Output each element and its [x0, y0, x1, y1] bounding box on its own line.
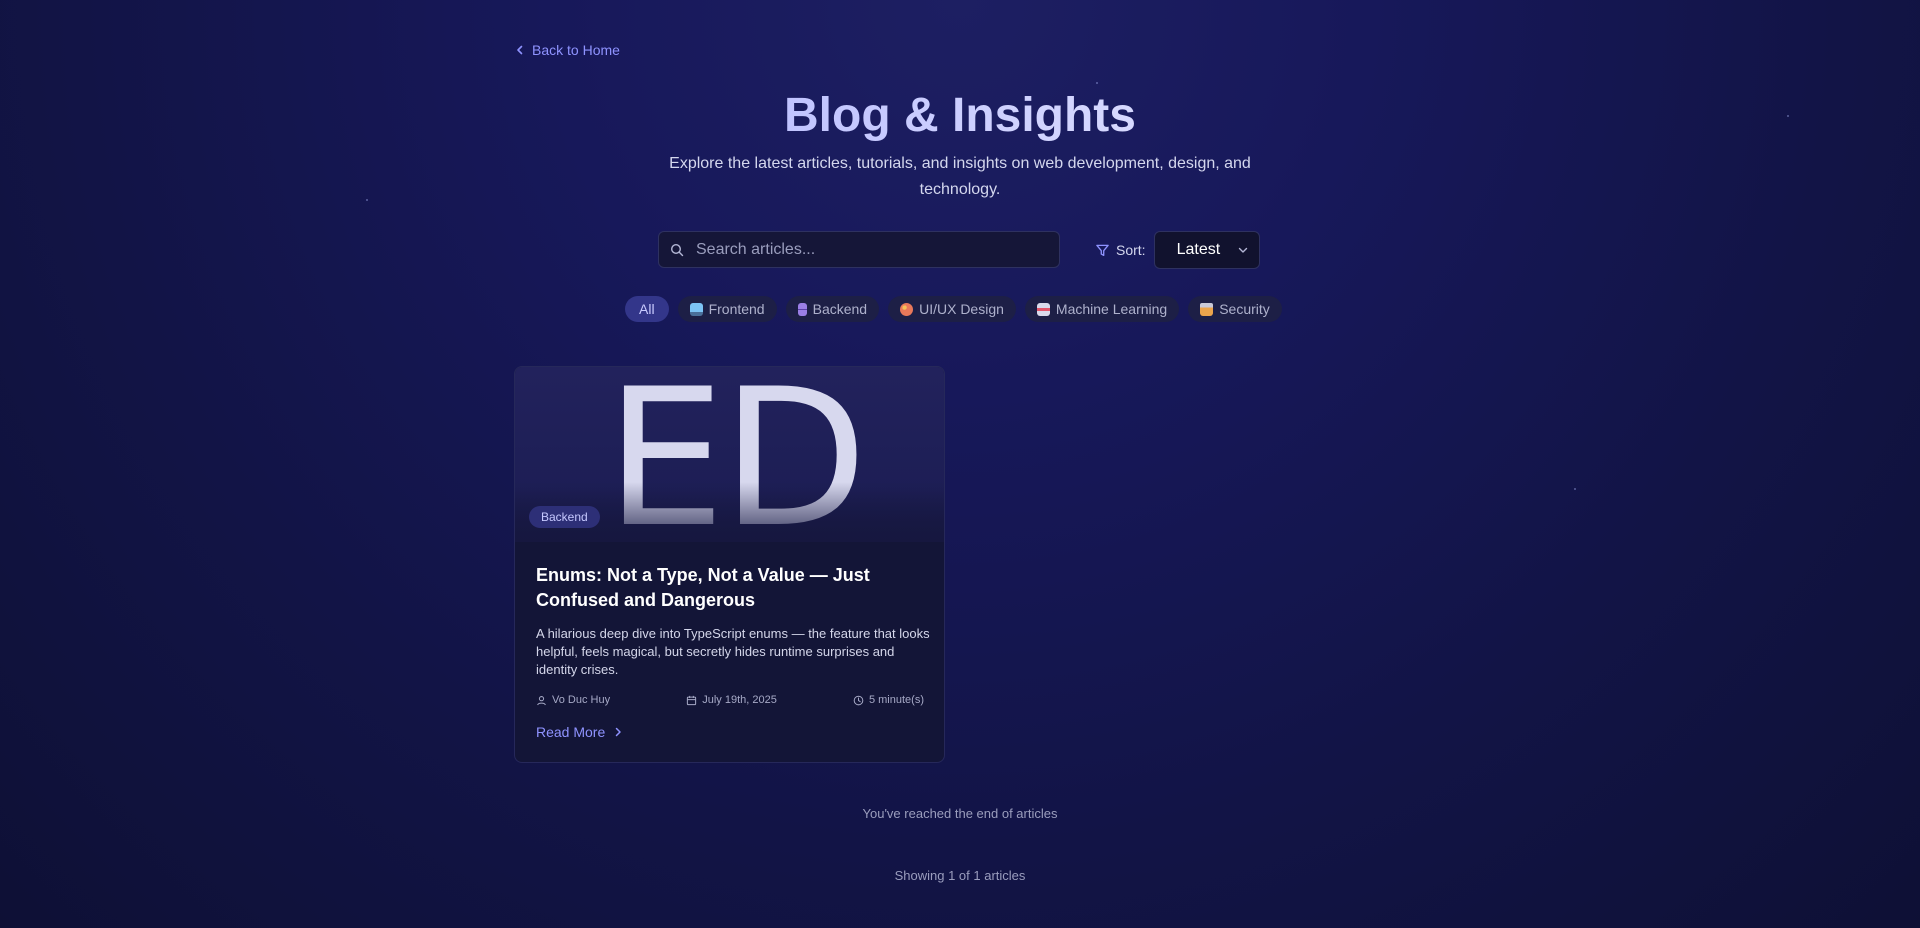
category-filters: All Frontend Backend UI/UX Design Machin… — [625, 296, 1282, 322]
clock-icon — [853, 695, 864, 705]
chevron-right-icon — [616, 727, 622, 737]
monitor-icon — [689, 302, 703, 316]
search-input[interactable] — [684, 239, 1059, 260]
article-category-badge: Backend — [529, 506, 600, 528]
page-title: Blog & Insights — [514, 86, 1406, 146]
filter-icon — [1096, 244, 1109, 256]
category-chip-label: Machine Learning — [1055, 301, 1168, 317]
category-chip-backend[interactable]: Backend — [785, 296, 880, 322]
article-date-text: July 19th, 2025 — [702, 694, 777, 706]
category-chip-frontend[interactable]: Frontend — [677, 296, 777, 322]
category-chip-all[interactable]: All — [625, 296, 669, 322]
article-count: Showing 1 of 1 articles — [894, 868, 1026, 883]
chevron-left-icon — [517, 45, 523, 55]
read-more-label: Read More — [536, 724, 606, 740]
sort-select[interactable]: Latest — [1153, 231, 1260, 269]
chevron-down-icon — [1237, 244, 1249, 256]
article-meta: Vo Duc Huy July 19th, 2025 5 minute(s) — [536, 694, 924, 706]
read-more-link[interactable]: Read More — [536, 724, 623, 740]
palette-icon — [900, 302, 914, 316]
sort-label: Sort: — [1095, 242, 1146, 258]
lock-icon — [1200, 302, 1214, 316]
sort-selected-value: Latest — [1176, 241, 1221, 258]
end-of-list-message: You've reached the end of articles — [862, 806, 1058, 821]
sort-label-text: Sort: — [1116, 242, 1146, 258]
article-read-time-text: 5 minute(s) — [868, 694, 924, 706]
category-chip-security[interactable]: Security — [1188, 296, 1282, 322]
article-date: July 19th, 2025 — [686, 694, 777, 706]
back-to-home-link[interactable]: Back to Home — [514, 42, 620, 58]
article-cover-image: ED Backend — [515, 367, 944, 542]
calendar-icon — [687, 695, 697, 705]
article-author-name: Vo Duc Huy — [552, 694, 611, 706]
category-chip-label: UI/UX Design — [919, 301, 1004, 317]
article-card[interactable]: ED Backend Enums: Not a Type, Not a Valu… — [514, 366, 945, 763]
category-chip-uiux-design[interactable]: UI/UX Design — [888, 296, 1016, 322]
page-subtitle: Explore the latest articles, tutorials, … — [669, 155, 1251, 198]
article-read-time: 5 minute(s) — [853, 694, 924, 706]
search-icon — [670, 243, 684, 257]
search-box[interactable] — [658, 231, 1060, 268]
article-excerpt: A hilarious deep dive into TypeScript en… — [536, 626, 930, 677]
article-author: Vo Duc Huy — [536, 694, 610, 706]
category-chip-label: Backend — [812, 301, 868, 317]
user-icon — [537, 695, 546, 705]
category-chip-machine-learning[interactable]: Machine Learning — [1024, 296, 1180, 322]
article-title[interactable]: Enums: Not a Type, Not a Value — Just Co… — [536, 563, 926, 613]
sort-group: Sort: Latest — [1095, 231, 1260, 269]
robot-icon — [1036, 302, 1050, 316]
server-icon — [797, 302, 807, 316]
category-chip-label: Security — [1219, 301, 1270, 317]
category-chip-label: Frontend — [708, 301, 765, 317]
back-to-home-label: Back to Home — [532, 42, 620, 58]
category-chip-label: All — [639, 301, 655, 317]
